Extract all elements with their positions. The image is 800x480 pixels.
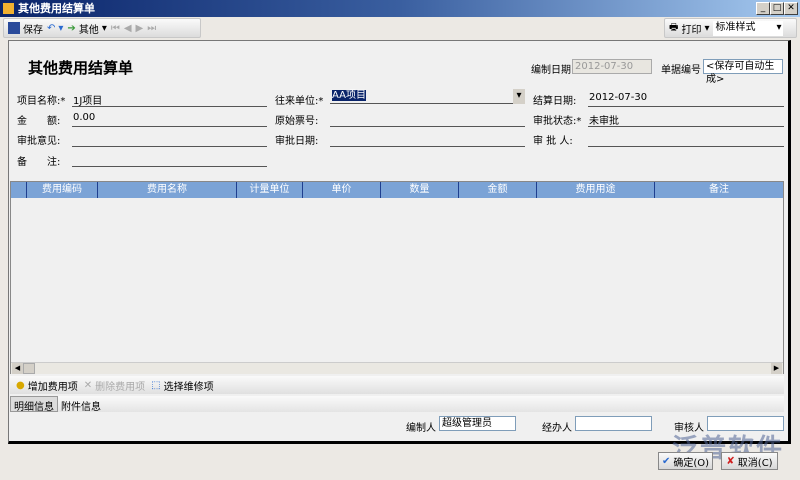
- column-header[interactable]: 备注: [655, 182, 783, 198]
- ok-button[interactable]: ✔ 确定(O): [658, 452, 713, 470]
- chevron-down-icon: ▾: [776, 21, 782, 33]
- amount-label: 金 额:: [17, 116, 61, 127]
- docno-field[interactable]: <保存可自动生成>: [703, 59, 783, 85]
- printer-icon: 🖶: [669, 21, 679, 33]
- scroll-left-icon[interactable]: ◀: [12, 363, 23, 374]
- chevron-down-icon[interactable]: ▾: [513, 89, 525, 104]
- partner-select[interactable]: AA项目 ▾: [330, 89, 525, 104]
- print-style-select[interactable]: 标准样式 ▾: [713, 20, 784, 36]
- check-icon: ✔: [661, 455, 671, 467]
- maximize-button[interactable]: □: [770, 2, 784, 15]
- settle-date-label: 结算日期:: [533, 96, 577, 107]
- handler-field[interactable]: [575, 416, 652, 431]
- approver-label: 审 批 人:: [533, 136, 573, 147]
- tab-bar: 明细信息 附件信息: [10, 396, 784, 413]
- maker-field[interactable]: 超级管理员: [439, 416, 516, 431]
- status-value[interactable]: 未审批: [589, 112, 619, 127]
- approve-date-field[interactable]: [330, 146, 525, 147]
- settle-date-value[interactable]: 2012-07-30: [589, 92, 647, 103]
- print-button[interactable]: 🖶 打印 ▾: [669, 20, 709, 37]
- save-icon: [8, 22, 20, 34]
- amount-value[interactable]: 0.00: [73, 112, 95, 123]
- first-record-icon[interactable]: ⏮: [111, 23, 120, 34]
- project-label: 项目名称:*: [17, 96, 66, 107]
- invoice-label: 原始票号:: [275, 116, 319, 127]
- horizontal-scrollbar[interactable]: ◀ ▶: [11, 362, 783, 374]
- select-repair-button[interactable]: ⬚ 选择维修项: [151, 378, 213, 393]
- status-label: 审批状态:*: [533, 116, 582, 127]
- date-label: 编制日期: [531, 65, 571, 76]
- column-header[interactable]: 费用用途: [537, 182, 655, 198]
- undo-button[interactable]: ↶ ▾: [47, 23, 63, 34]
- maker-label: 编制人: [406, 423, 436, 434]
- window-icon: [3, 3, 14, 14]
- scroll-right-icon[interactable]: ▶: [771, 363, 782, 374]
- add-expense-button[interactable]: ● 增加费用项: [16, 378, 78, 393]
- last-record-icon[interactable]: ⏭: [147, 23, 156, 34]
- opinion-label: 审批意见:: [17, 136, 61, 147]
- title-bar: 其他费用结算单: [0, 0, 800, 17]
- minimize-button[interactable]: _: [756, 2, 770, 15]
- approver-field[interactable]: [588, 146, 784, 147]
- cancel-button[interactable]: ✘ 取消(C): [721, 452, 778, 470]
- tab-detail[interactable]: 明细信息: [10, 396, 58, 413]
- undo-icon: ↶: [47, 22, 56, 34]
- handler-label: 经办人: [542, 423, 572, 434]
- tab-attachments[interactable]: 附件信息: [58, 396, 104, 413]
- expense-grid[interactable]: 费用编码 费用名称 计量单位 单价 数量 金额 费用用途 备注 ◀ ▶: [10, 181, 784, 374]
- column-header[interactable]: 费用编码: [27, 182, 98, 198]
- remark-label: 备 注:: [17, 157, 61, 168]
- project-value[interactable]: 1J项目: [73, 92, 102, 107]
- delete-icon: ✕: [83, 379, 93, 391]
- print-toolbar: 🖶 打印 ▾ 标准样式 ▾: [664, 18, 797, 38]
- delete-expense-button[interactable]: ✕ 删除费用项: [84, 378, 145, 393]
- detail-toolbar: ● 增加费用项 ✕ 删除费用项 ⬚ 选择维修项: [10, 376, 784, 394]
- opinion-field[interactable]: [72, 146, 267, 147]
- column-header[interactable]: 金额: [459, 182, 537, 198]
- invoice-field[interactable]: [330, 126, 525, 127]
- approve-date-label: 审批日期:: [275, 136, 319, 147]
- select-icon: ⬚: [151, 379, 161, 391]
- window-title: 其他费用结算单: [18, 2, 95, 15]
- add-icon: ●: [16, 379, 25, 391]
- close-button[interactable]: ✕: [784, 2, 798, 15]
- scroll-thumb[interactable]: [23, 363, 35, 374]
- next-record-icon[interactable]: ▶: [136, 23, 144, 34]
- column-header[interactable]: 数量: [381, 182, 459, 198]
- main-toolbar: 保存 ↶ ▾ ➔ 其他 ▾ ⏮ ◀ ▶ ⏭: [3, 18, 201, 38]
- forward-icon: ➔: [67, 22, 76, 34]
- docno-label: 单据编号: [661, 65, 701, 76]
- partner-label: 往来单位:*: [275, 96, 324, 107]
- save-button[interactable]: 保存: [8, 21, 43, 36]
- date-field[interactable]: 2012-07-30: [572, 59, 652, 74]
- other-button[interactable]: ➔ 其他 ▾: [67, 21, 106, 36]
- form-title: 其他费用结算单: [28, 59, 134, 77]
- column-header[interactable]: 费用名称: [98, 182, 237, 198]
- column-header[interactable]: 计量单位: [237, 182, 303, 198]
- cancel-icon: ✘: [726, 455, 735, 467]
- column-header[interactable]: 单价: [303, 182, 381, 198]
- prev-record-icon[interactable]: ◀: [124, 23, 132, 34]
- remark-field[interactable]: [72, 166, 267, 167]
